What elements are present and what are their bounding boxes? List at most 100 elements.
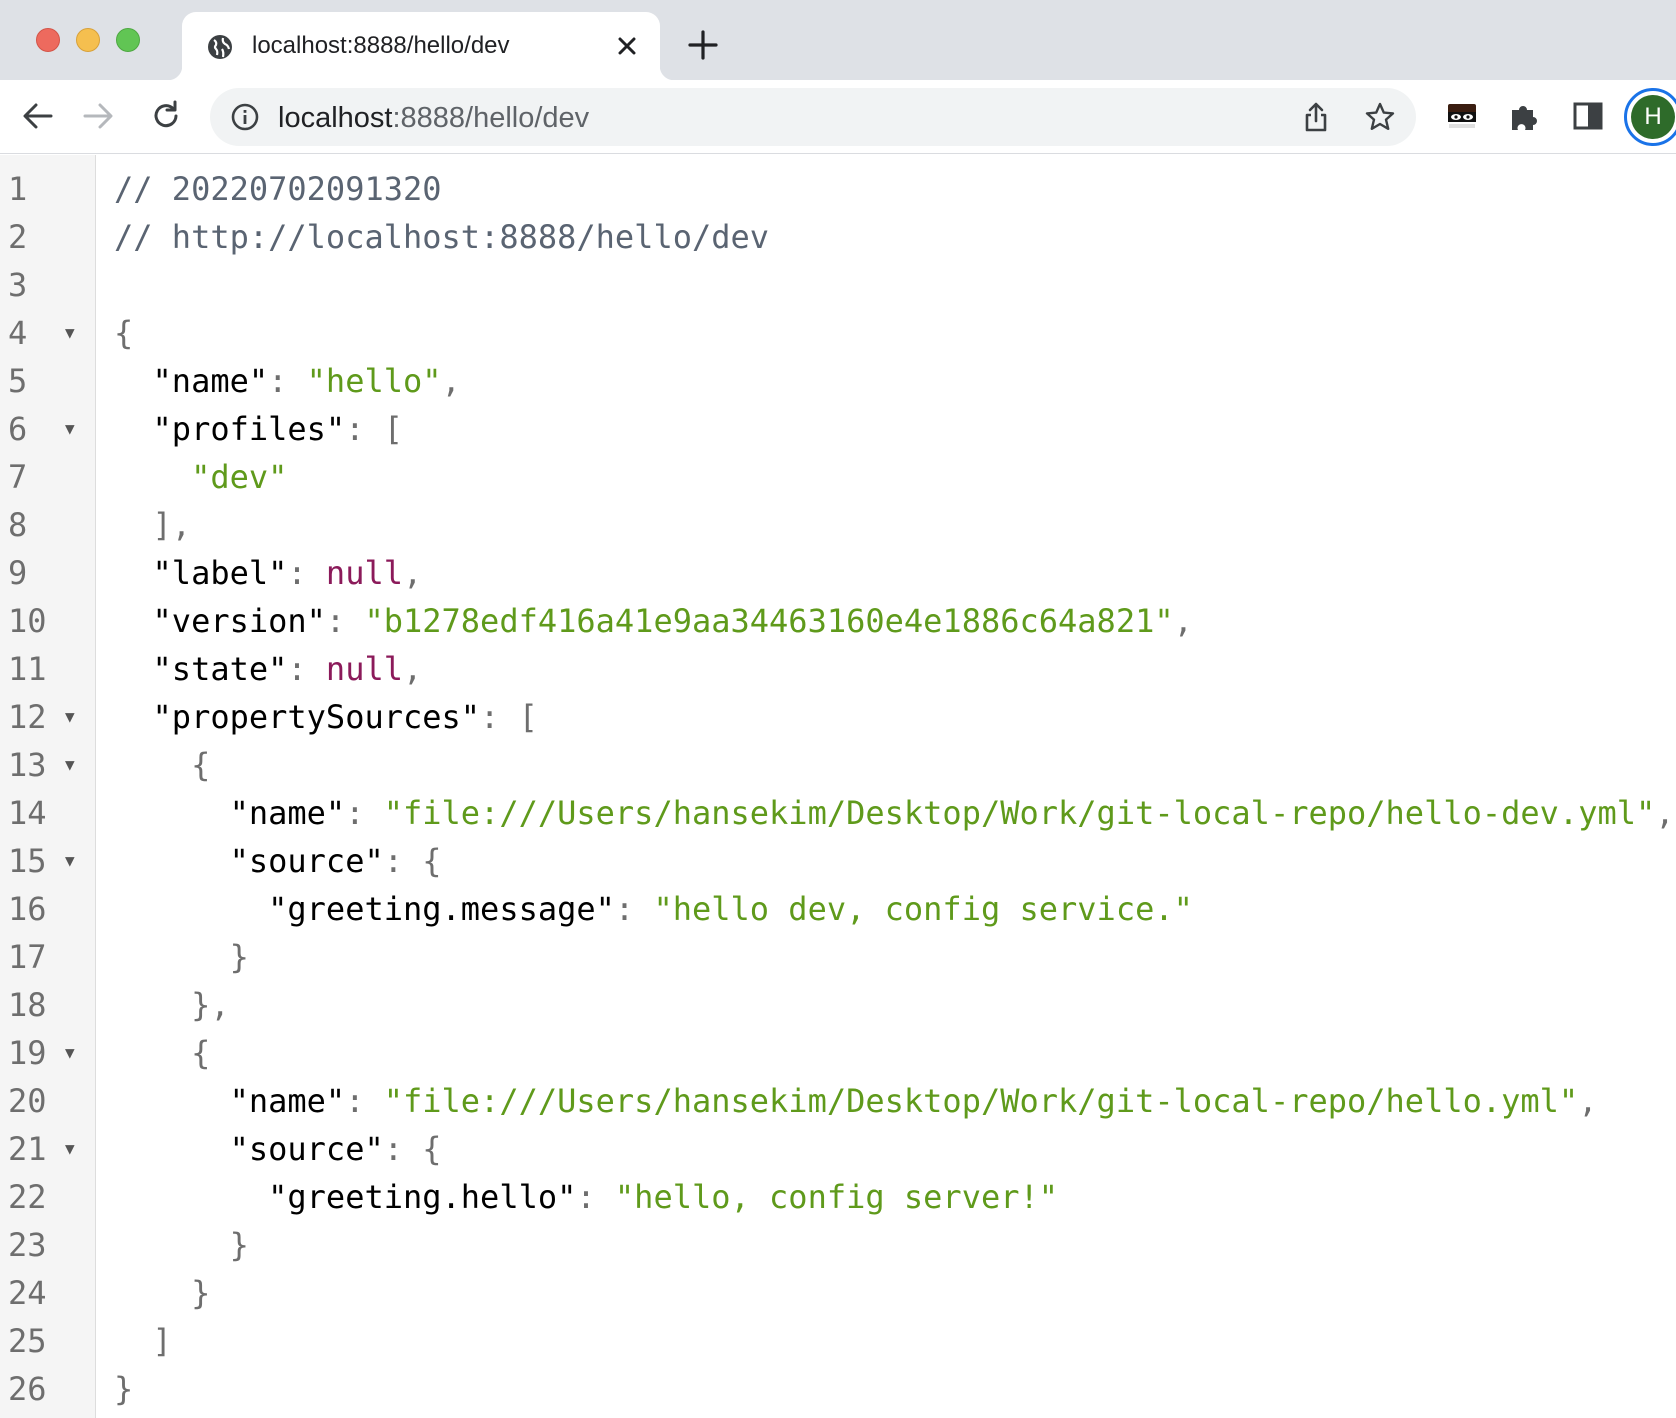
code-text: { [114,741,210,789]
line-number: 11 [8,650,47,688]
code-text: } [114,933,249,981]
code-line: 1 // 20220702091320 [0,165,1676,213]
json-punctuation: : [345,794,384,832]
code-line: 3 [0,261,1676,309]
code-line: 7 "dev" [0,453,1676,501]
code-text: "dev" [114,453,287,501]
line-number: 10 [8,602,47,640]
line-number: 12 [8,698,47,736]
code-line: 22 "greeting.hello": "hello, config serv… [0,1173,1676,1221]
fold-toggle-icon[interactable]: ▼ [65,741,81,789]
code-text: "name": "file:///Users/hansekim/Desktop/… [114,1077,1598,1125]
json-punctuation: : [325,602,365,640]
code-text: } [114,1269,210,1317]
code-text: "label": null, [114,549,423,597]
window-zoom-button[interactable] [116,28,140,52]
window-close-button[interactable] [36,28,60,52]
json-punctuation: : [287,650,326,688]
line-number: 2 [8,218,28,256]
code-text: "source": { [114,1125,442,1173]
code-line: 2 // http://localhost:8888/hello/dev [0,213,1676,261]
json-string-value: "file:///Users/hansekim/Desktop/Work/git… [383,1082,1579,1120]
code-text: ], [114,501,192,549]
forward-button[interactable] [76,94,120,138]
code-line: 21 ▼ "source": { [0,1125,1676,1173]
tab-title: localhost:8888/hello/dev [252,32,510,59]
code-line: 23 } [0,1221,1676,1269]
code-line: 24 } [0,1269,1676,1317]
json-punctuation: : { [383,842,442,880]
fold-toggle-icon[interactable]: ▼ [65,837,81,885]
json-punctuation: { [114,1034,211,1072]
incognito-extension-button[interactable] [1440,94,1484,138]
extensions-button[interactable] [1502,94,1546,138]
url-path: :8888/hello/dev [392,102,590,134]
json-comment: // 20220702091320 [114,170,442,208]
line-number: 1 [8,170,28,208]
code-line: 26} [0,1365,1676,1413]
fold-toggle-icon[interactable]: ▼ [65,309,81,357]
code-text: "greeting.message": "hello dev, config s… [114,885,1193,933]
line-number: 4 [8,314,28,352]
plus-icon[interactable] [686,28,720,62]
json-punctuation: : [345,1082,384,1120]
side-panel-button[interactable] [1566,94,1610,138]
json-string-value: "file:///Users/hansekim/Desktop/Work/git… [383,794,1656,832]
code-line: 6 ▼ "profiles": [ [0,405,1676,453]
json-key: "source" [114,1130,384,1168]
star-icon[interactable] [1364,101,1396,133]
code-line: 25 ] [0,1317,1676,1365]
line-number: 5 [8,362,28,400]
code-text: { [114,1029,210,1077]
json-key: "label" [114,554,288,592]
code-line: 13 ▼ { [0,741,1676,789]
json-punctuation: : [ [345,410,403,448]
json-comment: // http://localhost:8888/hello/dev [114,218,770,256]
json-null-value: null [325,650,403,688]
tab-strip: localhost:8888/hello/dev [0,0,1676,80]
json-punctuation: , [441,362,461,400]
code-line: 18 }, [0,981,1676,1029]
json-key: "greeting.message" [114,890,615,928]
url-text[interactable]: localhost:8888/hello/dev [278,102,589,135]
profile-avatar[interactable]: H [1624,88,1676,146]
fold-toggle-icon[interactable]: ▼ [65,1029,81,1077]
line-number: 18 [8,986,47,1024]
json-viewer: 1 // 20220702091320 2 // http://localhost:8… [0,155,1676,1418]
share-icon[interactable] [1300,101,1332,133]
line-number: 22 [8,1178,47,1216]
json-punctuation: : [287,554,326,592]
reload-button[interactable] [144,94,188,138]
address-bar[interactable]: localhost:8888/hello/dev [210,88,1416,146]
browser-tab[interactable]: localhost:8888/hello/dev [168,12,674,80]
json-punctuation: : [614,890,654,928]
json-punctuation: , [1655,794,1675,832]
code-text: "source": { [114,837,442,885]
close-icon[interactable] [612,31,642,61]
code-line: 15 ▼ "source": { [0,837,1676,885]
line-number: 6 [8,410,28,448]
json-string-value: "hello, config server!" [614,1178,1059,1216]
json-null-value: null [325,554,403,592]
back-button[interactable] [16,94,60,138]
json-punctuation: } [114,1274,211,1312]
line-number: 9 [8,554,28,592]
line-number: 21 [8,1130,47,1168]
json-punctuation: , [402,650,423,688]
json-punctuation: } [114,1226,249,1264]
forward-arrow-icon [83,103,113,129]
line-number: 14 [8,794,47,832]
side-panel-icon [1573,102,1603,130]
fold-toggle-icon[interactable]: ▼ [65,1125,81,1173]
json-key: "state" [114,650,288,688]
code-lines: 1 // 20220702091320 2 // http://localhost:8… [0,165,1676,1413]
info-icon[interactable] [230,102,260,132]
fold-toggle-icon[interactable]: ▼ [65,693,81,741]
line-number: 8 [8,506,28,544]
json-punctuation: { [114,746,211,784]
fold-toggle-icon[interactable]: ▼ [65,405,81,453]
code-text: "name": "file:///Users/hansekim/Desktop/… [114,789,1675,837]
code-text: "version": "b1278edf416a41e9aa34463160e4… [114,597,1193,645]
window-minimize-button[interactable] [76,28,100,52]
json-key: "name" [114,1082,346,1120]
